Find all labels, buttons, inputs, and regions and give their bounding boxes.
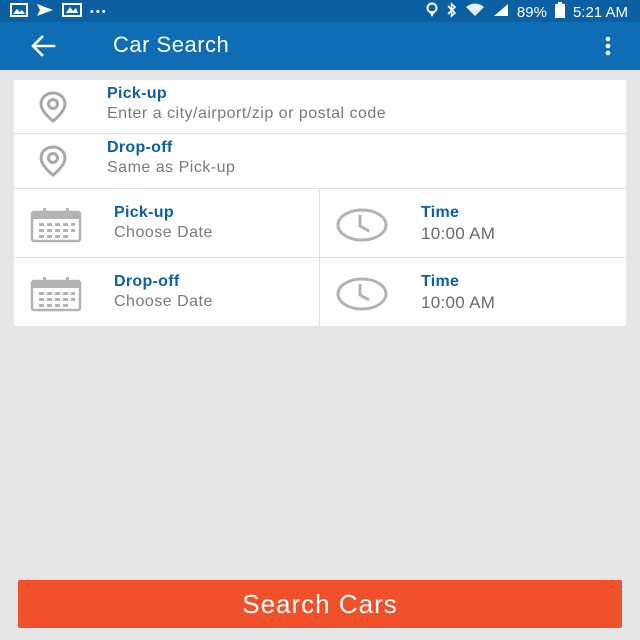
wifi-icon: [465, 3, 485, 21]
car-search-form: Pick-up Enter a city/airport/zip or post…: [14, 80, 626, 326]
calendar-icon: [30, 208, 82, 243]
dropoff-location-label: Drop-off: [107, 139, 173, 156]
pickup-date-value: Choose Date: [114, 224, 213, 241]
dropoff-location-field[interactable]: Drop-off Same as Pick-up: [14, 134, 626, 189]
pickup-location-label: Pick-up: [107, 85, 167, 102]
back-button[interactable]: [28, 32, 60, 60]
more-options-button[interactable]: [600, 34, 616, 60]
pickup-date-label: Pick-up: [114, 204, 174, 221]
battery-icon: [554, 2, 565, 22]
more-vertical-icon: [605, 36, 611, 56]
location-pin-icon: [39, 91, 67, 123]
location-icon: [425, 2, 439, 22]
pickup-time-label: Time: [421, 204, 460, 221]
clock-icon: [336, 277, 388, 311]
pickup-time-value: 10:00 AM: [421, 224, 496, 243]
clock-icon: [336, 208, 388, 242]
app-bar: Car Search: [0, 22, 640, 70]
bluetooth-icon: [447, 2, 457, 22]
page-title: Car Search: [113, 32, 230, 57]
pickup-location-input[interactable]: Enter a city/airport/zip or postal code: [107, 105, 386, 123]
dropoff-location-value[interactable]: Same as Pick-up: [107, 159, 235, 177]
pickup-date-field[interactable]: Pick-up Choose Date: [14, 189, 319, 257]
dropoff-date-field[interactable]: Drop-off Choose Date: [14, 258, 319, 326]
battery-percent: 89%: [516, 3, 547, 21]
pickup-datetime-row: Pick-up Choose Date Time 10:00 AM: [14, 189, 626, 258]
pickup-location-field[interactable]: Pick-up Enter a city/airport/zip or post…: [14, 80, 626, 134]
calendar-icon: [30, 277, 82, 312]
more-notifications: •••: [90, 6, 108, 18]
status-bar: ••• 89% 5:21 AM: [0, 0, 640, 22]
pickup-time-field[interactable]: Time 10:00 AM: [319, 189, 625, 257]
location-pin-icon: [39, 145, 67, 177]
dropoff-date-label: Drop-off: [114, 273, 180, 290]
image-icon: [10, 3, 28, 21]
arrow-left-icon: [31, 35, 56, 57]
dropoff-time-value: 10:00 AM: [421, 293, 496, 312]
search-cars-button[interactable]: Search Cars: [18, 580, 622, 628]
dropoff-time-field[interactable]: Time 10:00 AM: [319, 258, 625, 326]
dropoff-datetime-row: Drop-off Choose Date Time 10:00 AM: [14, 258, 626, 326]
dropoff-date-value: Choose Date: [114, 293, 213, 310]
clock: 5:21 AM: [572, 3, 628, 21]
signal-icon: [493, 3, 509, 21]
gallery-icon: [62, 3, 82, 21]
dropoff-time-label: Time: [421, 273, 460, 290]
message-icon: [36, 3, 54, 21]
